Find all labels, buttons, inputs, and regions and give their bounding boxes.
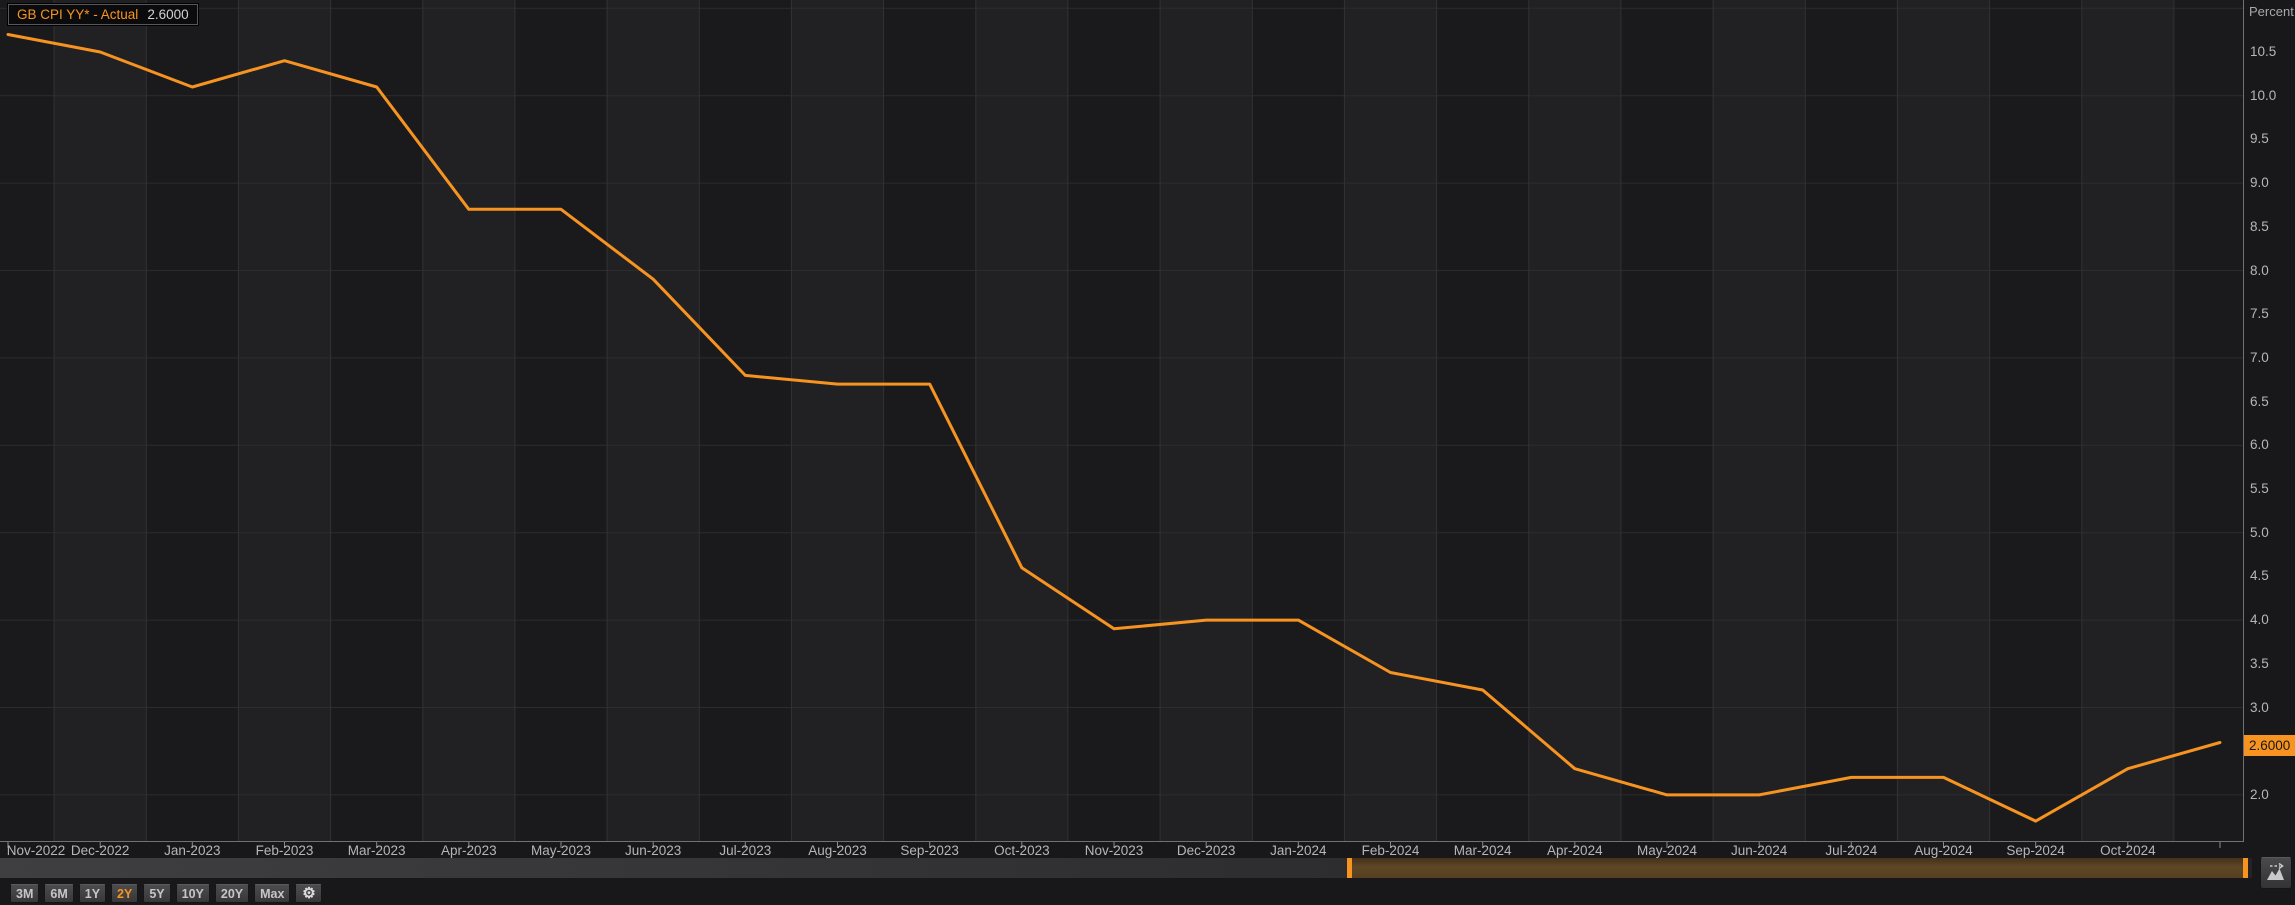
range-button-20y[interactable]: 20Y [215, 884, 249, 903]
series-last-value: 2.6000 [147, 7, 188, 22]
x-tick-label: Jun-2023 [621, 843, 685, 858]
series-name-label: GB CPI YY* - Actual [17, 7, 138, 22]
x-tick-label: Jan-2024 [1266, 843, 1330, 858]
scrollbar-right-handle[interactable] [2243, 858, 2248, 878]
x-tick-label: Sep-2024 [2004, 843, 2068, 858]
x-tick-label: Jul-2024 [1819, 843, 1883, 858]
x-tick-label: Feb-2023 [253, 843, 317, 858]
y-tick-label: 2.0 [2250, 788, 2294, 802]
range-button-6m[interactable]: 6M [44, 884, 73, 903]
range-button-5y[interactable]: 5Y [143, 884, 170, 903]
series-legend[interactable]: GB CPI YY* - Actual 2.6000 [8, 4, 198, 25]
x-tick-label: Aug-2024 [1912, 843, 1976, 858]
range-button-2y[interactable]: 2Y [111, 884, 138, 903]
gear-icon: ⚙ [302, 886, 315, 901]
x-tick-label: Dec-2022 [68, 843, 132, 858]
last-price-badge: 2.6000 [2244, 735, 2295, 756]
y-tick-label: 3.0 [2250, 701, 2294, 715]
x-tick-label: Apr-2024 [1543, 843, 1607, 858]
x-tick-label: Mar-2023 [345, 843, 409, 858]
x-tick-label: May-2023 [529, 843, 593, 858]
scrollbar-track-left[interactable] [0, 858, 1347, 878]
y-tick-label: 4.0 [2250, 613, 2294, 627]
area-chart-icon [2265, 862, 2287, 884]
y-tick-label: 8.5 [2250, 220, 2294, 234]
range-button-3m[interactable]: 3M [10, 884, 39, 903]
y-tick-label: 5.5 [2250, 482, 2294, 496]
time-range-scrollbar[interactable] [0, 858, 2252, 878]
range-button-10y[interactable]: 10Y [176, 884, 210, 903]
y-tick-label: 6.0 [2250, 438, 2294, 452]
y-tick-label: 4.5 [2250, 569, 2294, 583]
x-tick-label: Aug-2023 [806, 843, 870, 858]
x-tick-label: Dec-2023 [1174, 843, 1238, 858]
y-tick-label: 7.5 [2250, 307, 2294, 321]
price-chart-plot-area[interactable] [0, 0, 2295, 905]
x-tick-label: Nov-2023 [1082, 843, 1146, 858]
x-tick-label: May-2024 [1635, 843, 1699, 858]
y-tick-label: 6.5 [2250, 395, 2294, 409]
x-tick-label: Nov-2022 [4, 843, 68, 858]
y-axis-title: Percent [2249, 4, 2294, 19]
x-tick-label: Sep-2023 [898, 843, 962, 858]
x-tick-label: Jun-2024 [1727, 843, 1791, 858]
x-tick-label: Mar-2024 [1451, 843, 1515, 858]
y-tick-label: 8.0 [2250, 264, 2294, 278]
y-tick-label: 5.0 [2250, 526, 2294, 540]
chart-settings-button[interactable]: ⚙ [295, 884, 322, 903]
x-tick-label: Feb-2024 [1359, 843, 1423, 858]
y-tick-label: 3.5 [2250, 657, 2294, 671]
x-tick-label: Oct-2023 [990, 843, 1054, 858]
scrollbar-selected-range[interactable] [1352, 858, 2243, 878]
range-toolbar: 3M 6M 1Y 2Y 5Y 10Y 20Y Max ⚙ [10, 884, 322, 903]
range-button-1y[interactable]: 1Y [79, 884, 106, 903]
y-tick-label: 9.0 [2250, 176, 2294, 190]
y-tick-label: 7.0 [2250, 351, 2294, 365]
x-tick-label: Jan-2023 [160, 843, 224, 858]
x-tick-label: Oct-2024 [2096, 843, 2160, 858]
range-button-max[interactable]: Max [254, 884, 290, 903]
y-tick-label: 10.0 [2250, 89, 2294, 103]
y-tick-label: 10.5 [2250, 45, 2294, 59]
x-tick-label: Jul-2023 [713, 843, 777, 858]
chart-export-button[interactable] [2260, 857, 2292, 889]
x-tick-label: Apr-2023 [437, 843, 501, 858]
y-tick-label: 9.5 [2250, 132, 2294, 146]
chart-window: GB CPI YY* - Actual 2.6000 Percent 10.5 1… [0, 0, 2295, 905]
